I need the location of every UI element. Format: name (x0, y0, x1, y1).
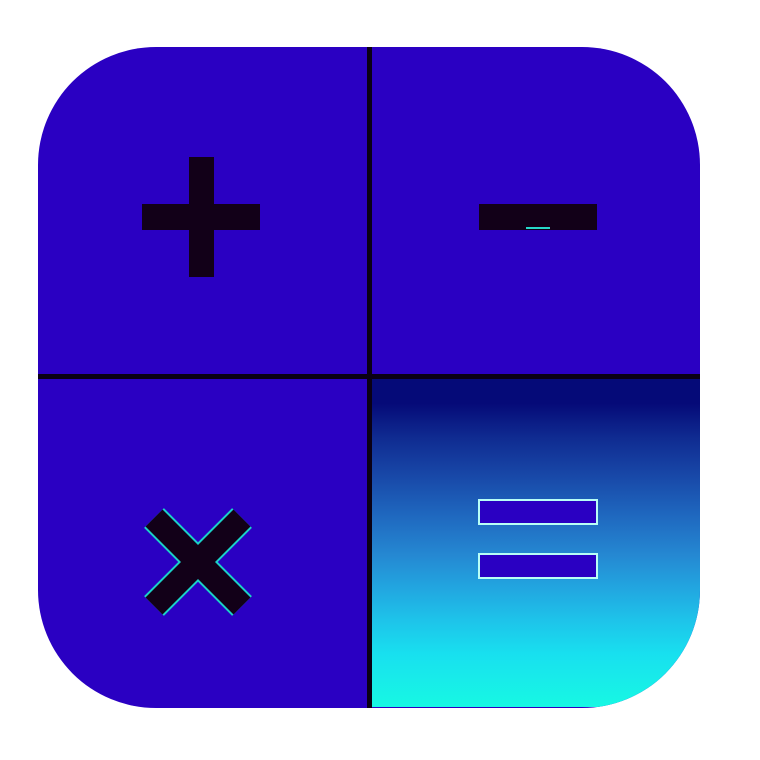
multiply-icon (144, 508, 252, 616)
minus-quadrant (369, 47, 700, 377)
plus-quadrant (38, 47, 369, 377)
calculator-app-icon[interactable] (38, 47, 700, 708)
equals-quadrant (369, 377, 700, 707)
multiply-icon-strokes (144, 508, 252, 616)
equals-icon-top-bar (478, 499, 598, 525)
equals-icon-bottom-bar (478, 553, 598, 579)
multiply-quadrant (38, 377, 369, 707)
canvas (0, 0, 760, 760)
plus-icon-vertical-bar (189, 157, 214, 277)
horizontal-divider (38, 374, 700, 379)
minus-icon-highlight (526, 227, 550, 229)
